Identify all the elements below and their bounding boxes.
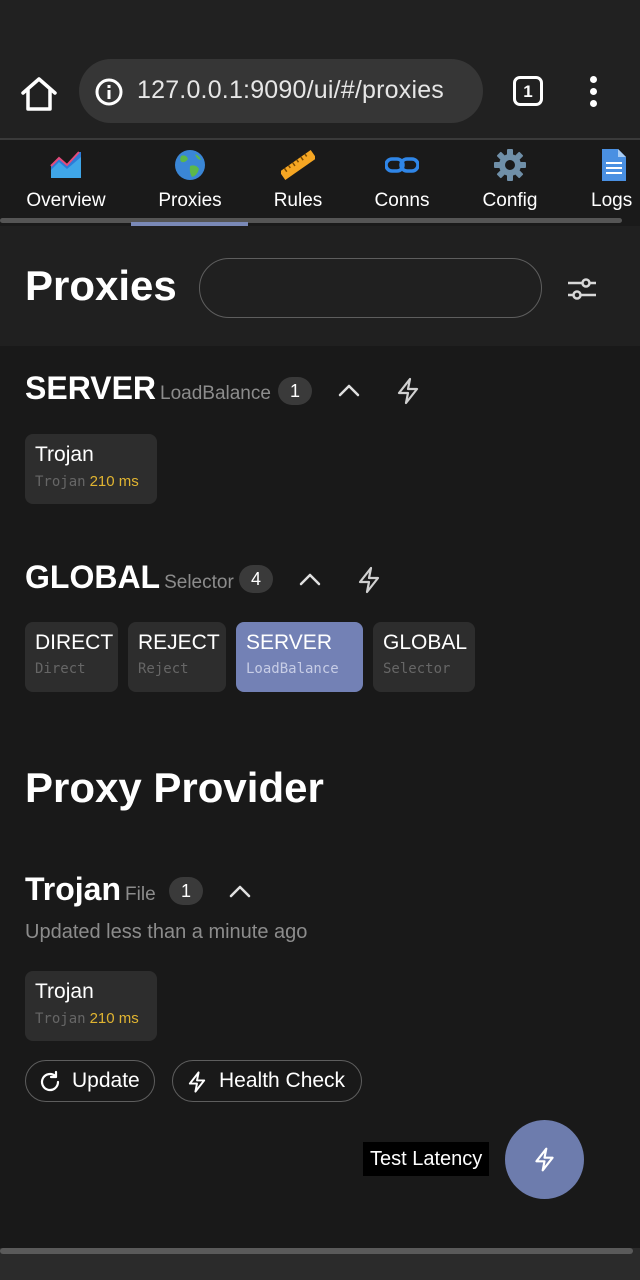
chevron-up-icon[interactable] — [295, 565, 325, 595]
home-icon[interactable] — [18, 74, 60, 114]
nav-label: Rules — [273, 190, 323, 211]
nav-label: Config — [482, 190, 538, 211]
provider-name: Trojan — [25, 871, 122, 907]
group-type: LoadBalance — [160, 383, 271, 404]
gear-icon — [493, 148, 527, 182]
updated-timestamp: Updated less than a minute ago — [25, 921, 308, 943]
latency-label: 210 ms — [89, 473, 139, 490]
nav-label: Proxies — [158, 190, 222, 211]
proxy-type: LoadBalance — [246, 661, 339, 677]
tab-switcher-button[interactable]: 1 — [513, 76, 543, 106]
group-name: SERVER — [25, 370, 157, 406]
tab-rules[interactable]: Rules — [254, 140, 342, 224]
proxy-name: DIRECT — [35, 631, 114, 654]
update-label: Update — [72, 1069, 140, 1092]
nav-label: Overview — [26, 190, 106, 211]
health-check-button[interactable]: Health Check — [172, 1060, 362, 1102]
provider-type: File — [125, 884, 156, 905]
proxy-name: Trojan — [35, 443, 94, 466]
proxy-group-header: SERVER LoadBalance — [25, 370, 271, 410]
chart-area-icon — [49, 148, 83, 182]
proxy-card[interactable]: REJECT Reject — [128, 622, 226, 692]
globe-icon — [173, 148, 207, 182]
proxy-card[interactable]: Trojan Trojan 210 ms — [25, 971, 157, 1041]
status-bar — [0, 0, 640, 44]
lightning-icon[interactable] — [354, 565, 384, 595]
nav-label: Conns — [374, 190, 430, 211]
chevron-up-icon[interactable] — [334, 376, 364, 406]
test-latency-tooltip: Test Latency — [363, 1142, 490, 1176]
tab-config[interactable]: Config — [466, 140, 554, 224]
proxy-name: Trojan — [35, 980, 94, 1003]
url-text[interactable]: 127.0.0.1:9090/ui/#/proxies — [137, 76, 444, 105]
bottom-bar — [0, 1248, 640, 1280]
chevron-up-icon[interactable] — [225, 877, 255, 907]
proxy-name: SERVER — [246, 631, 332, 654]
more-menu-icon[interactable] — [582, 76, 606, 108]
proxy-type: Reject — [138, 661, 189, 677]
proxy-card[interactable]: GLOBAL Selector — [373, 622, 475, 692]
app-nav: Overview Proxies Rules Conns Config Logs — [0, 140, 640, 226]
health-check-label: Health Check — [219, 1069, 346, 1092]
tab-conns[interactable]: Conns — [358, 140, 446, 224]
tab-logs[interactable]: Logs — [578, 140, 640, 224]
proxy-card[interactable]: DIRECT Direct — [25, 622, 118, 692]
address-bar[interactable]: 127.0.0.1:9090/ui/#/proxies — [79, 59, 483, 123]
tab-overview[interactable]: Overview — [22, 140, 110, 224]
nav-label: Logs — [591, 190, 633, 211]
group-name: GLOBAL — [25, 559, 161, 595]
proxy-group-header: GLOBAL Selector — [25, 559, 234, 599]
ruler-icon — [279, 148, 317, 182]
proxy-type: Trojan — [35, 474, 86, 490]
nav-scrollbar[interactable] — [0, 218, 622, 223]
count-badge: 1 — [169, 877, 203, 905]
search-input[interactable] — [199, 258, 542, 318]
link-icon — [384, 148, 420, 182]
group-type: Selector — [164, 572, 234, 593]
proxy-card-selected[interactable]: SERVER LoadBalance — [236, 622, 363, 692]
info-icon[interactable] — [95, 78, 123, 106]
lightning-icon — [535, 1147, 554, 1172]
count-badge: 4 — [239, 565, 273, 593]
proxies-main: SERVER LoadBalance 1 Trojan Trojan 210 ms … — [0, 346, 640, 1250]
proxy-name: REJECT — [138, 631, 220, 654]
tab-proxies[interactable]: Proxies — [146, 140, 234, 224]
section-title: Proxy Provider — [25, 764, 324, 811]
proxy-name: GLOBAL — [383, 631, 468, 654]
sliders-settings-icon[interactable] — [565, 274, 599, 304]
proxy-type: Trojan — [35, 1011, 86, 1027]
lightning-icon[interactable] — [393, 376, 423, 406]
horizontal-scrollbar[interactable] — [0, 1248, 633, 1254]
lightning-icon — [188, 1071, 206, 1093]
proxy-card[interactable]: Trojan Trojan 210 ms — [25, 434, 157, 504]
count-badge: 1 — [278, 377, 312, 405]
refresh-icon — [40, 1070, 60, 1092]
page-header: Proxies — [0, 226, 640, 346]
latency-label: 210 ms — [89, 1010, 139, 1027]
page-title: Proxies — [25, 262, 177, 309]
update-button[interactable]: Update — [25, 1060, 155, 1102]
proxy-type: Direct — [35, 661, 86, 677]
document-icon — [596, 148, 630, 182]
provider-header: Trojan File — [25, 871, 156, 911]
proxy-type: Selector — [383, 661, 451, 677]
browser-toolbar: 127.0.0.1:9090/ui/#/proxies 1 — [0, 44, 640, 140]
test-latency-button[interactable] — [505, 1120, 584, 1199]
